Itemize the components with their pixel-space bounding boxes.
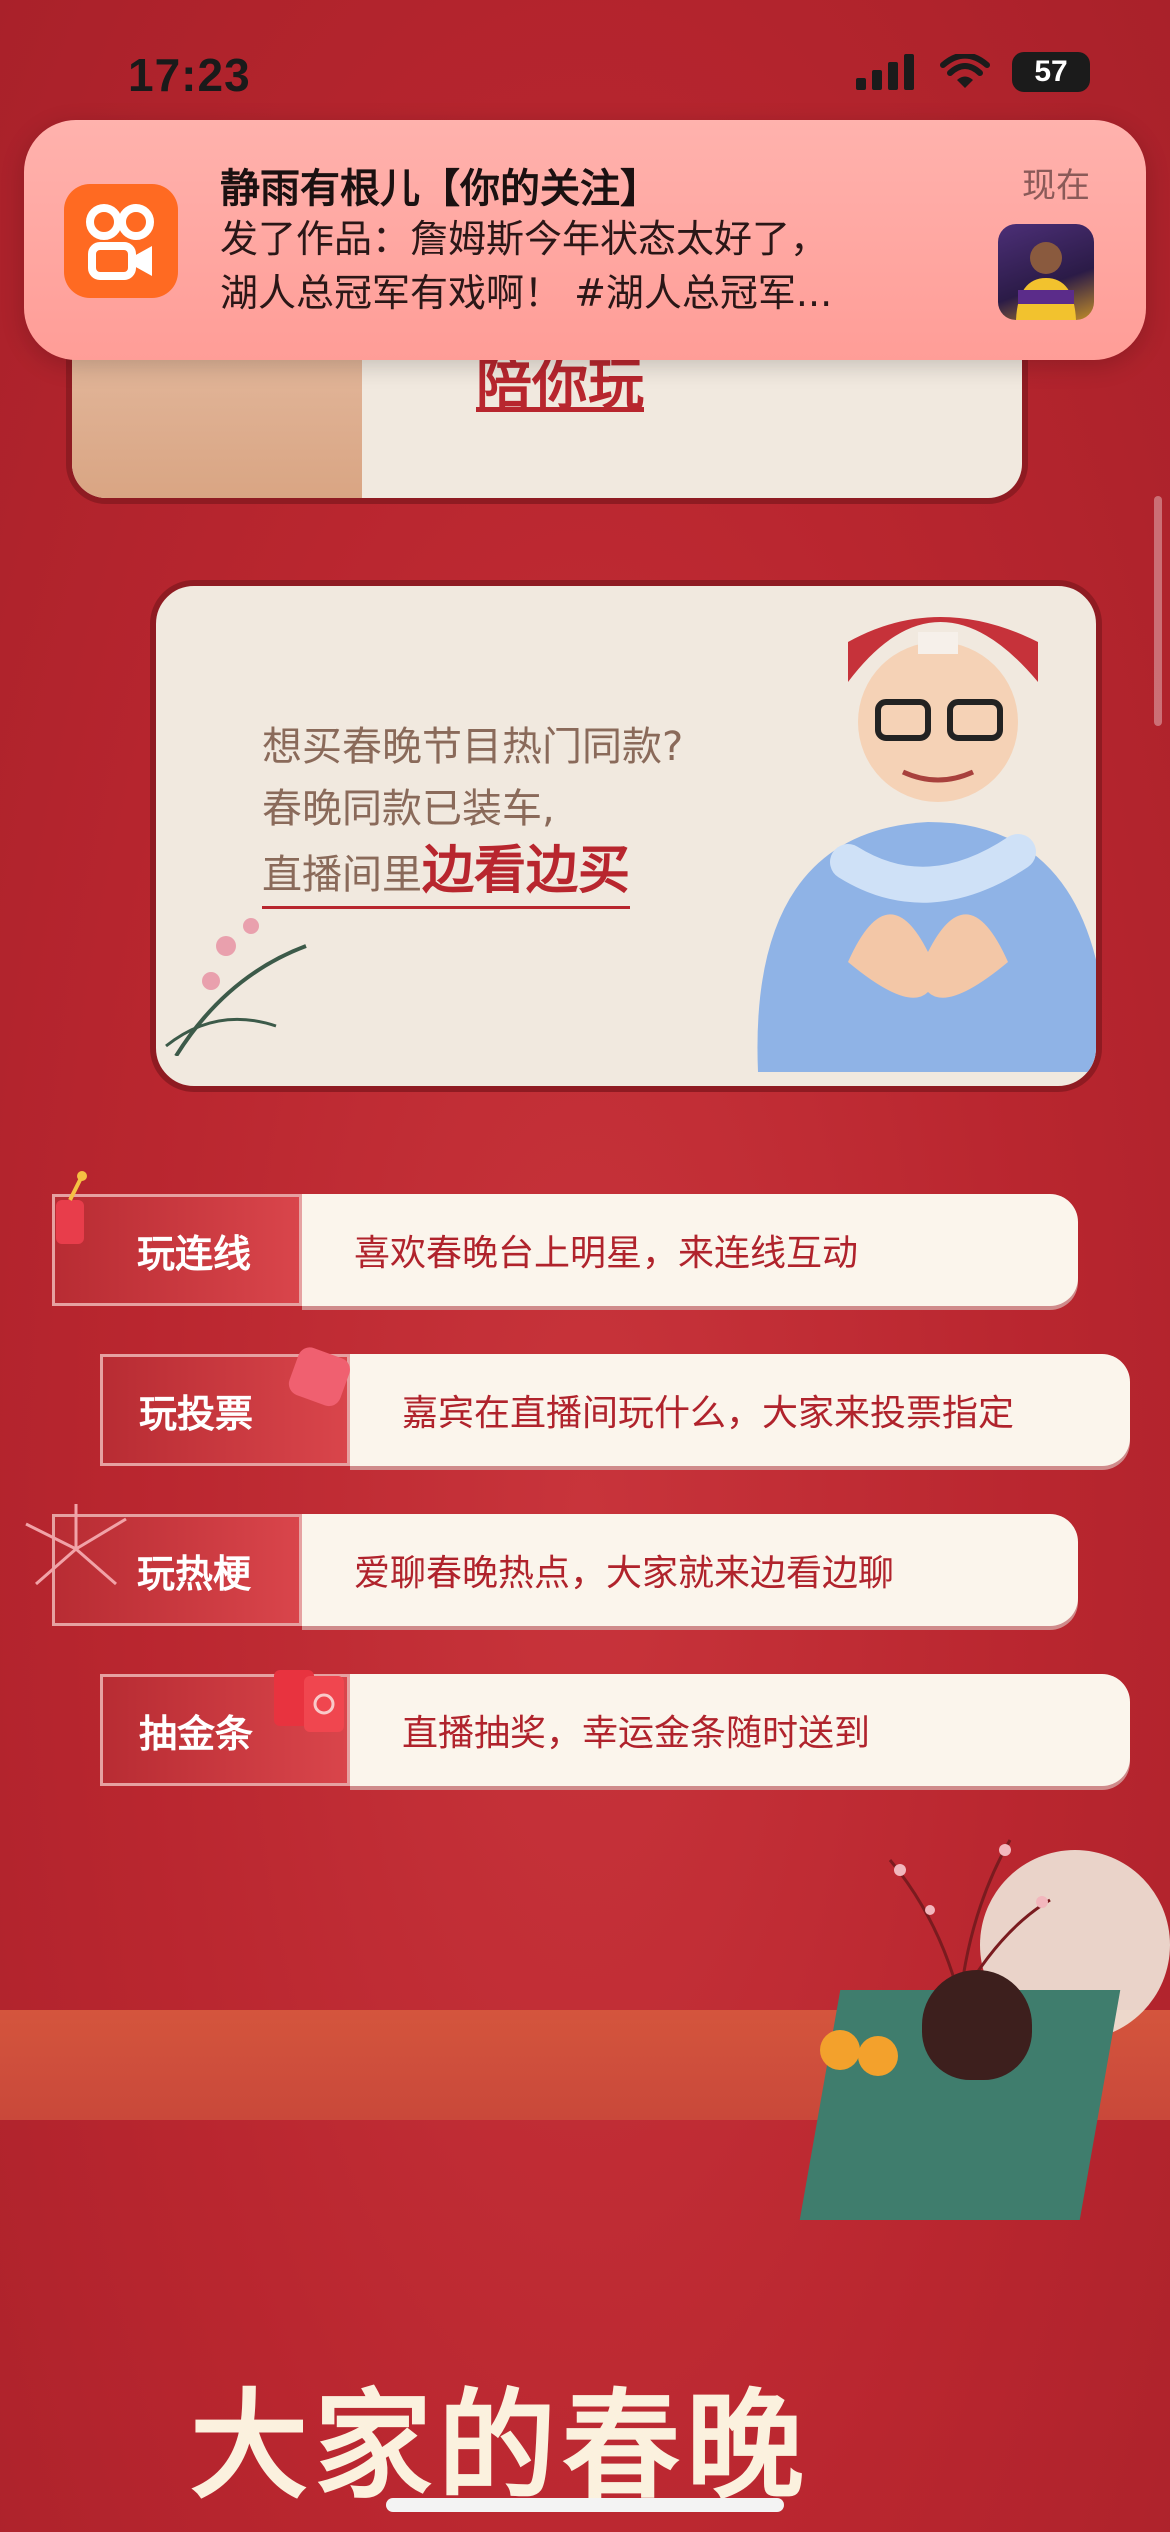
- bottom-title: 大家的春晚: [190, 2377, 811, 2515]
- feature-desc: 爱聊春晚热点，大家就来边看边聊: [302, 1514, 1078, 1626]
- notification-thumbnail: [998, 224, 1094, 320]
- mid-card-line3: 直播间里边看边买: [262, 840, 631, 909]
- feature-desc-text: 直播抽奖，幸运金条随时送到: [402, 1713, 871, 1754]
- persimmon-decoration: [858, 2036, 898, 2076]
- mid-card-line3-prefix: 直播间里: [262, 852, 422, 898]
- notification-title: 静雨有根儿【你的关注】: [220, 166, 660, 212]
- status-icons: 57: [856, 52, 1090, 92]
- firework-icon: [25, 1504, 127, 1586]
- feature-tag-label: 玩热梗: [137, 1552, 252, 1596]
- status-time: 17:23: [128, 49, 251, 101]
- persimmon-decoration: [820, 2030, 860, 2070]
- feature-tag-label: 玩连线: [137, 1232, 252, 1276]
- home-indicator[interactable]: [386, 2498, 784, 2512]
- feature-desc-text: 嘉宾在直播间玩什么，大家来投票指定: [402, 1393, 1015, 1434]
- notification-body-line1: 发了作品：詹姆斯今年状态太好了，: [220, 217, 829, 261]
- notification-body: 发了作品：詹姆斯今年状态太好了， 湖人总冠军有戏啊！ #湖人总冠军...: [220, 212, 960, 320]
- lantern-icon: [288, 1347, 350, 1407]
- mid-card-line1: 想买春晚节目热门同款?: [262, 724, 684, 770]
- feature-tag-label: 抽金条: [139, 1712, 254, 1756]
- kuaishou-app-icon: [64, 184, 178, 298]
- notification-body-line2: 湖人总冠军有戏啊！ #湖人总冠军...: [220, 271, 833, 315]
- feature-desc: 直播抽奖，幸运金条随时送到: [350, 1674, 1130, 1786]
- feature-row-jintiao[interactable]: 抽金条 直播抽奖，幸运金条随时送到: [100, 1670, 1130, 1786]
- scrollbar-thumb[interactable]: [1154, 496, 1162, 726]
- shopping-feature-card: 想买春晚节目热门同款? 春晚同款已装车, 直播间里边看边买: [150, 580, 1102, 1092]
- feature-row-regeng[interactable]: 玩热梗 爱聊春晚热点，大家就来边看边聊: [25, 1504, 1078, 1626]
- notification-time: 现在: [1022, 166, 1090, 206]
- vase-decoration: [922, 1970, 1032, 2080]
- feature-row-lianxian[interactable]: 玩连线 喜欢春晚台上明星，来连线互动: [52, 1171, 1078, 1306]
- feature-tag-label: 玩投票: [139, 1392, 254, 1436]
- firecracker-icon: [56, 1171, 87, 1244]
- cellular-signal-icon: [856, 54, 914, 90]
- feature-desc-text: 喜欢春晚台上明星，来连线互动: [354, 1233, 859, 1274]
- feature-row-toupiao[interactable]: 玩投票 嘉宾在直播间玩什么，大家来投票指定: [100, 1347, 1130, 1466]
- mid-card-highlight: 边看边买: [422, 841, 631, 901]
- notification-banner[interactable]: 静雨有根儿【你的关注】 现在 发了作品：詹姆斯今年状态太好了， 湖人总冠军有戏啊…: [24, 120, 1146, 360]
- red-envelope-icon: [274, 1670, 344, 1732]
- character-illustration: [757, 617, 1096, 1072]
- battery-indicator: 57: [1012, 52, 1090, 92]
- feature-desc: 嘉宾在直播间玩什么，大家来投票指定: [350, 1354, 1130, 1466]
- page: 17:23 57 陪你玩 想买春晚节目热门同款? 春晚同款已装车, 直播间里边看…: [0, 0, 1170, 2532]
- mid-card-line2: 春晚同款已装车,: [262, 786, 555, 832]
- feature-desc: 喜欢春晚台上明星，来连线互动: [302, 1194, 1078, 1306]
- orchid-decoration: [165, 918, 307, 1056]
- wifi-icon: [940, 54, 990, 88]
- feature-desc-text: 爱聊春晚热点，大家就来边看边聊: [354, 1553, 895, 1594]
